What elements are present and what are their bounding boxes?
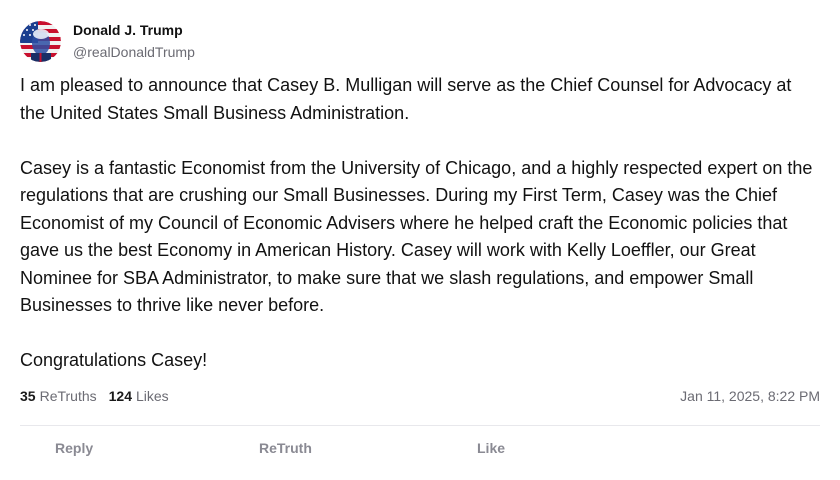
post-timestamp[interactable]: Jan 11, 2025, 8:22 PM (680, 388, 820, 404)
like-button[interactable]: Like (477, 440, 505, 456)
post-paragraph: I am pleased to announce that Casey B. M… (20, 75, 792, 123)
reply-button[interactable]: Reply (55, 440, 93, 456)
author-info: Donald J. Trump @realDonaldTrump (73, 21, 195, 61)
likes-count[interactable]: 124 Likes (109, 388, 169, 404)
profile-avatar-icon (20, 20, 61, 62)
post-paragraph: Casey is a fantastic Economist from the … (20, 157, 813, 316)
author-handle[interactable]: @realDonaldTrump (73, 43, 195, 61)
retruth-button[interactable]: ReTruth (259, 440, 312, 456)
likes-number: 124 (108, 387, 132, 404)
post-body: I am pleased to announce that Casey B. M… (20, 72, 820, 375)
retruths-label: ReTruths (39, 387, 97, 404)
post-paragraph: Congratulations Casey! (20, 350, 208, 370)
post-meta: 35 ReTruths 124 Likes Jan 11, 2025, 8:22… (20, 386, 820, 406)
retruths-count[interactable]: 35 ReTruths (20, 388, 97, 404)
likes-label: Likes (136, 387, 169, 404)
avatar[interactable] (20, 20, 61, 62)
retruths-number: 35 (20, 387, 36, 404)
author-display-name[interactable]: Donald J. Trump (73, 22, 195, 39)
post-counts: 35 ReTruths 124 Likes (20, 388, 181, 404)
post-actions: Reply ReTruth Like (20, 426, 820, 472)
post-card: Donald J. Trump @realDonaldTrump I am pl… (20, 20, 820, 472)
post-header: Donald J. Trump @realDonaldTrump (20, 20, 820, 62)
